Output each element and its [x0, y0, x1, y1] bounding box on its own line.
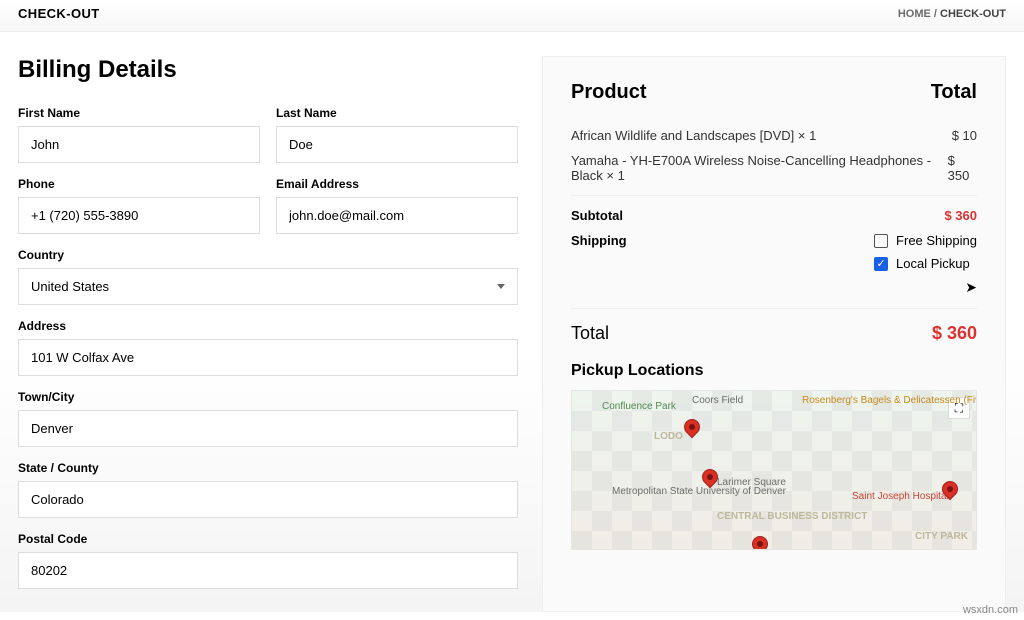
map-label: Rosenberg's Bagels & Delicatessen (Five …: [802, 395, 977, 406]
state-field[interactable]: [18, 481, 518, 518]
shipping-option-local-pickup[interactable]: ✓ Local Pickup: [874, 256, 977, 271]
pickup-map[interactable]: ⛶ Confluence Park Coors Field Rosenberg'…: [571, 390, 977, 550]
watermark: wsxdn.com: [963, 604, 1018, 616]
checkbox-unchecked-icon: [874, 234, 888, 248]
chevron-down-icon: [497, 284, 505, 289]
state-label: State / County: [18, 461, 518, 475]
postal-label: Postal Code: [18, 532, 518, 546]
map-label: Saint Joseph Hospital: [852, 491, 949, 502]
order-line-desc: African Wildlife and Landscapes [DVD] × …: [571, 128, 816, 143]
breadcrumb: HOME / CHECK-OUT: [898, 8, 1006, 20]
address-label: Address: [18, 319, 518, 333]
total-heading: Total: [931, 81, 977, 104]
order-summary-panel: Product Total African Wildlife and Lands…: [542, 56, 1006, 612]
shipping-option-free[interactable]: Free Shipping: [874, 233, 977, 248]
order-line: Yamaha - YH-E700A Wireless Noise-Cancell…: [571, 153, 977, 183]
map-label: Confluence Park: [602, 401, 676, 412]
shipping-option-label: Local Pickup: [896, 256, 970, 271]
map-label: CENTRAL BUSINESS DISTRICT: [717, 511, 867, 522]
order-line-price: $ 350: [948, 153, 977, 183]
breadcrumb-current: CHECK-OUT: [940, 8, 1006, 20]
top-bar: CHECK-OUT HOME / CHECK-OUT: [0, 0, 1024, 32]
total-value: $ 360: [932, 323, 977, 344]
order-line-price: $ 10: [952, 128, 977, 143]
breadcrumb-home[interactable]: HOME: [898, 8, 931, 20]
product-heading: Product: [571, 81, 647, 104]
last-name-field[interactable]: [276, 126, 518, 163]
divider: [571, 308, 977, 309]
country-select[interactable]: United States: [18, 268, 518, 305]
city-label: Town/City: [18, 390, 518, 404]
subtotal-value: $ 360: [944, 208, 977, 223]
page-header-title: CHECK-OUT: [18, 6, 100, 21]
billing-heading: Billing Details: [18, 56, 518, 84]
first-name-label: First Name: [18, 106, 260, 120]
order-line-desc: Yamaha - YH-E700A Wireless Noise-Cancell…: [571, 153, 948, 183]
map-label: LODO: [654, 431, 683, 442]
map-pin-icon[interactable]: [681, 416, 704, 439]
shipping-option-label: Free Shipping: [896, 233, 977, 248]
phone-field[interactable]: [18, 197, 260, 234]
email-label: Email Address: [276, 177, 518, 191]
map-pin-icon[interactable]: [749, 533, 772, 550]
email-field[interactable]: [276, 197, 518, 234]
map-label: Metropolitan State University of Denver: [612, 486, 786, 497]
total-label: Total: [571, 323, 609, 344]
map-label: Coors Field: [692, 395, 743, 406]
address-field[interactable]: [18, 339, 518, 376]
map-label: CITY PARK: [915, 531, 968, 542]
city-field[interactable]: [18, 410, 518, 447]
country-label: Country: [18, 248, 518, 262]
billing-details-panel: Billing Details First Name Last Name Pho…: [18, 56, 518, 612]
order-line: African Wildlife and Landscapes [DVD] × …: [571, 128, 977, 143]
pickup-locations-heading: Pickup Locations: [571, 362, 977, 380]
shipping-label: Shipping: [571, 233, 627, 296]
postal-field[interactable]: [18, 552, 518, 589]
subtotal-label: Subtotal: [571, 208, 623, 223]
first-name-field[interactable]: [18, 126, 260, 163]
cursor-icon: ➤: [965, 279, 977, 295]
country-value: United States: [31, 279, 109, 294]
phone-label: Phone: [18, 177, 260, 191]
checkbox-checked-icon: ✓: [874, 257, 888, 271]
divider: [571, 195, 977, 196]
last-name-label: Last Name: [276, 106, 518, 120]
